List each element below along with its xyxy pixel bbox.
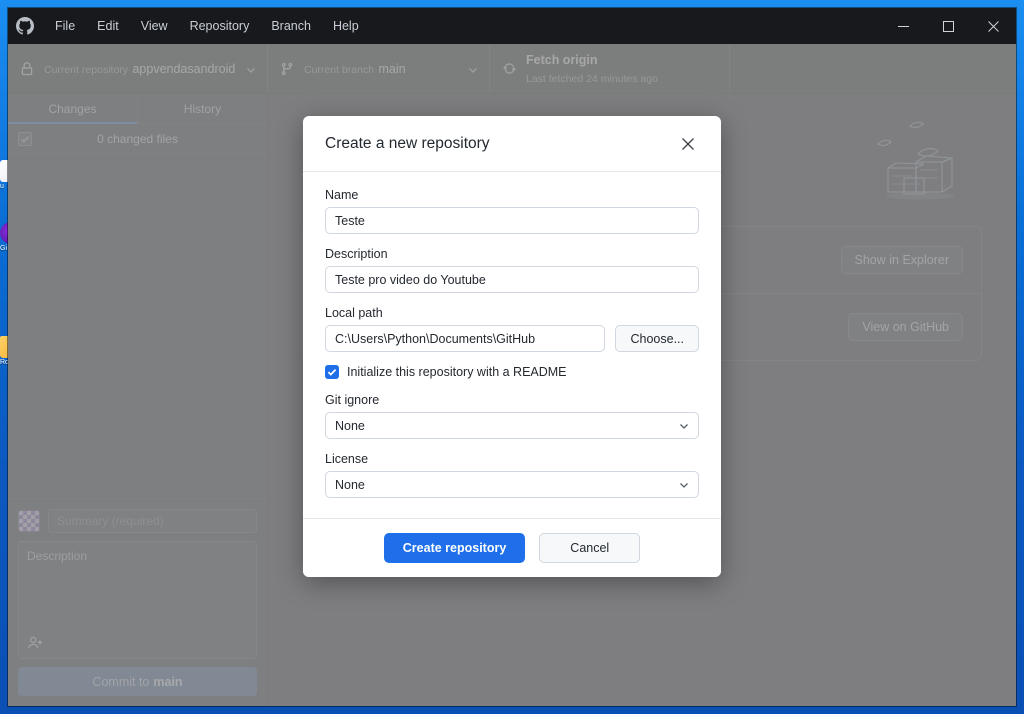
local-path-label: Local path (325, 306, 383, 320)
create-repository-button[interactable]: Create repository (383, 533, 526, 563)
local-path-row: Choose... (325, 325, 699, 352)
maximize-icon[interactable] (926, 8, 971, 44)
dialog-body: Name Description Local path Choose... (303, 172, 721, 518)
desktop-background: u Gi po Ro di File Edit View Repository … (0, 0, 1024, 714)
description-field-group: Description (325, 247, 699, 293)
window-controls (881, 8, 1016, 44)
license-field-group: License None (325, 452, 699, 498)
choose-button[interactable]: Choose... (615, 325, 699, 352)
dialog-footer: Create repository Cancel (303, 518, 721, 577)
menu-edit[interactable]: Edit (86, 8, 130, 44)
initialize-readme-checkbox[interactable] (325, 365, 339, 379)
local-path-field-group: Local path Choose... (325, 306, 699, 352)
license-select[interactable]: None (325, 471, 699, 498)
description-input[interactable] (325, 266, 699, 293)
name-input[interactable] (325, 207, 699, 234)
menu-help[interactable]: Help (322, 8, 370, 44)
name-label: Name (325, 188, 359, 202)
desktop-icon-label: u (0, 183, 4, 190)
menu-view[interactable]: View (130, 8, 179, 44)
description-label: Description (325, 247, 388, 261)
menu-bar: File Edit View Repository Branch Help (44, 8, 370, 44)
initialize-readme-label: Initialize this repository with a README (347, 365, 567, 379)
gitignore-select-wrap: None (325, 412, 699, 439)
github-desktop-window: File Edit View Repository Branch Help Su… (8, 8, 1016, 706)
minimize-icon[interactable] (881, 8, 926, 44)
menu-repository[interactable]: Repository (179, 8, 261, 44)
gitignore-select[interactable]: None (325, 412, 699, 439)
menu-file[interactable]: File (44, 8, 86, 44)
close-icon[interactable] (971, 8, 1016, 44)
license-value: None (335, 477, 365, 492)
menu-branch[interactable]: Branch (260, 8, 322, 44)
gitignore-label: Git ignore (325, 393, 380, 407)
name-field-group: Name (325, 188, 699, 234)
initialize-readme-row[interactable]: Initialize this repository with a README (325, 365, 699, 379)
local-path-input[interactable] (325, 325, 606, 352)
create-repository-dialog: Create a new repository Name Description (303, 116, 721, 577)
cancel-button[interactable]: Cancel (539, 533, 641, 563)
github-mark-icon (16, 17, 34, 35)
dialog-title: Create a new repository (325, 134, 490, 152)
title-bar: File Edit View Repository Branch Help (8, 8, 1016, 44)
close-icon[interactable] (677, 133, 699, 155)
license-select-wrap: None (325, 471, 699, 498)
gitignore-field-group: Git ignore None (325, 393, 699, 439)
dialog-header: Create a new repository (303, 116, 721, 172)
license-label: License (325, 452, 369, 466)
gitignore-value: None (335, 418, 365, 433)
